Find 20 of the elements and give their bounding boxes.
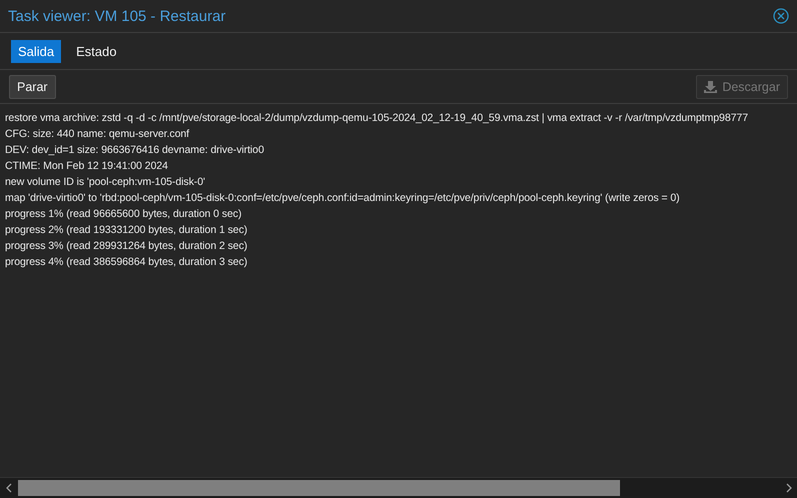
tab[interactable]: Estado bbox=[69, 40, 124, 62]
log-line: new volume ID is 'pool-ceph:vm-105-disk-0' bbox=[5, 175, 206, 190]
log-line: DEV: dev_id=1 size: 9663676416 devname: drive-virtio0 bbox=[5, 143, 264, 158]
scrollbar-thumb[interactable] bbox=[18, 480, 620, 496]
tab[interactable]: Salida bbox=[11, 40, 62, 62]
log-line: restore vma archive: zstd -q -d -c /mnt/pve/storage-local-2/dump/vzdump-qemu-105-2024_02_12-19_40_59.vma.zst | vma extract -v -r /var/tmp/vzdumptmp98777 bbox=[5, 111, 748, 126]
log-line: CTIME: Mon Feb 12 19:41:00 2024 bbox=[5, 159, 168, 174]
log-line: CFG: size: 440 name: qemu-server.conf bbox=[5, 127, 190, 142]
log-line: map 'drive-virtio0' to 'rbd:pool-ceph/vm-105-disk-0:conf=/etc/pve/ceph.conf:id=admin:keyring=/etc/pve/priv/ceph/pool-ceph.keyring' (write zeros = 0) bbox=[5, 191, 680, 206]
close-icon[interactable] bbox=[773, 8, 789, 24]
chevron-right-icon[interactable] bbox=[786, 483, 792, 493]
window-title: Task viewer: VM 105 - Restaurar bbox=[8, 8, 226, 24]
stop-button[interactable]: Parar bbox=[9, 74, 56, 98]
download-icon bbox=[704, 80, 718, 92]
log-line: progress 3% (read 289931264 bytes, duration 2 sec) bbox=[5, 239, 248, 254]
log-line: progress 1% (read 96665600 bytes, duration 0 sec) bbox=[5, 207, 242, 222]
chevron-left-icon[interactable] bbox=[6, 483, 12, 493]
log-line: progress 4% (read 386596864 bytes, duration 3 sec) bbox=[5, 255, 248, 270]
horizontal-scrollbar[interactable] bbox=[0, 477, 797, 498]
log-line: progress 2% (read 193331200 bytes, duration 1 sec) bbox=[5, 223, 248, 238]
